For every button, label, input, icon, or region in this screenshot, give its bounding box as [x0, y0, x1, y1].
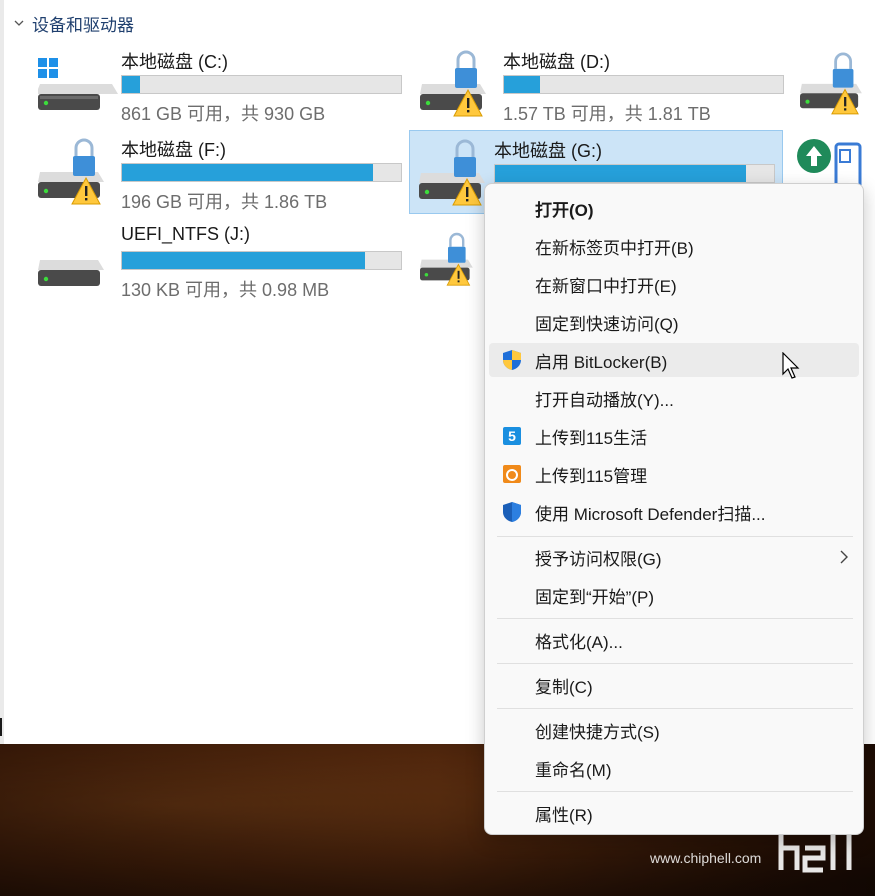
menu-separator: [497, 663, 853, 664]
context-menu: 打开(O) 在新标签页中打开(B) 在新窗口中打开(E) 固定到快速访问(Q) …: [484, 183, 864, 835]
menu-separator: [497, 708, 853, 709]
menu-item-properties[interactable]: 属性(R): [489, 796, 859, 830]
menu-item-pin-quick-access[interactable]: 固定到快速访问(Q): [489, 305, 859, 339]
menu-item-autoplay[interactable]: 打开自动播放(Y)...: [489, 381, 859, 415]
menu-item-defender-scan[interactable]: 使用 Microsoft Defender扫描...: [489, 495, 859, 529]
menu-item-copy[interactable]: 复制(C): [489, 668, 859, 702]
defender-icon: [503, 502, 521, 522]
menu-item-create-shortcut[interactable]: 创建快捷方式(S): [489, 713, 859, 747]
115-life-icon: 5: [503, 427, 521, 445]
menu-separator: [497, 618, 853, 619]
mouse-pointer-icon: [782, 352, 800, 379]
drive-name: 本地磁盘 (G:): [494, 141, 602, 161]
usage-bar-fill: [495, 165, 747, 182]
section-header-devices[interactable]: 设备和驱动器: [14, 10, 134, 36]
menu-item-label: 重命名(M): [535, 760, 612, 780]
usage-bar: [121, 251, 402, 270]
drive-item-j[interactable]: UEFI_NTFS (J:) 130 KB 可用，共 0.98 MB: [18, 216, 402, 300]
menu-item-open-new-window[interactable]: 在新窗口中打开(E): [489, 267, 859, 301]
chevron-down-icon: [14, 20, 24, 26]
menu-item-open-new-tab[interactable]: 在新标签页中打开(B): [489, 229, 859, 263]
usage-bar: [503, 75, 784, 94]
menu-item-label: 复制(C): [535, 677, 593, 697]
menu-item-label: 创建快捷方式(S): [535, 722, 660, 742]
menu-item-label: 固定到“开始”(P): [535, 587, 654, 607]
menu-item-label: 上传到115生活: [535, 428, 648, 448]
usage-bar-fill: [122, 252, 365, 269]
menu-item-label: 在新标签页中打开(B): [535, 238, 694, 258]
menu-item-rename[interactable]: 重命名(M): [489, 751, 859, 785]
shield-icon: [503, 350, 521, 370]
usage-bar: [121, 163, 402, 182]
menu-item-pin-start[interactable]: 固定到“开始”(P): [489, 578, 859, 612]
section-title: 设备和驱动器: [32, 15, 134, 35]
drive-space: 130 KB 可用，共 0.98 MB: [121, 280, 330, 300]
usage-bar: [494, 164, 775, 183]
drive-name: UEFI_NTFS (J:): [121, 224, 250, 244]
locked-drive-warning-icon: [420, 50, 486, 117]
menu-item-enable-bitlocker[interactable]: 启用 BitLocker(B): [489, 343, 859, 377]
drive-item-f[interactable]: 本地磁盘 (F:) 196 GB 可用，共 1.86 TB: [18, 128, 402, 212]
menu-item-label: 打开(O): [535, 200, 594, 220]
drive-item-d[interactable]: 本地磁盘 (D:) 1.57 TB 可用，共 1.81 TB: [400, 40, 784, 124]
menu-item-upload-115-life[interactable]: 5 上传到115生活: [489, 419, 859, 453]
nav-pane-edge: [0, 0, 4, 744]
usage-bar-fill: [122, 164, 374, 181]
menu-item-label: 在新窗口中打开(E): [535, 276, 677, 296]
text-cursor: [0, 718, 2, 736]
115-manage-icon: [503, 465, 521, 483]
drive-name: 本地磁盘 (D:): [503, 52, 610, 72]
menu-item-label: 上传到115管理: [535, 466, 648, 486]
locked-drive-warning-icon: [38, 138, 104, 205]
menu-item-grant-access[interactable]: 授予访问权限(G): [489, 540, 859, 574]
drive-name: 本地磁盘 (F:): [121, 140, 226, 160]
usage-bar-fill: [504, 76, 541, 93]
menu-item-format[interactable]: 格式化(A)...: [489, 623, 859, 657]
drive-space: 1.57 TB 可用，共 1.81 TB: [503, 104, 711, 124]
menu-item-label: 属性(R): [535, 805, 593, 825]
drive-name: 本地磁盘 (C:): [121, 52, 228, 72]
chevron-right-icon: [840, 550, 848, 564]
watermark-url: www.chiphell.com: [650, 850, 762, 866]
menu-item-upload-115-manage[interactable]: 上传到115管理: [489, 457, 859, 491]
windows-drive-icon: [38, 58, 118, 110]
menu-item-label: 授予访问权限(G): [535, 549, 662, 569]
menu-item-open[interactable]: 打开(O): [489, 191, 859, 225]
drive-space: 861 GB 可用，共 930 GB: [121, 104, 326, 124]
menu-item-label: 固定到快速访问(Q): [535, 314, 679, 334]
menu-separator: [497, 536, 853, 537]
svg-text:5: 5: [508, 428, 516, 444]
locked-drive-warning-icon[interactable]: [800, 46, 875, 118]
drive-item-c[interactable]: 本地磁盘 (C:) 861 GB 可用，共 930 GB: [18, 40, 402, 124]
usage-bar: [121, 75, 402, 94]
drive-space: 196 GB 可用，共 1.86 TB: [121, 192, 328, 212]
menu-item-label: 打开自动播放(Y)...: [535, 390, 674, 410]
menu-item-label: 启用 BitLocker(B): [535, 352, 668, 372]
locked-drive-warning-icon[interactable]: [420, 222, 484, 294]
menu-item-label: 格式化(A)...: [535, 632, 623, 652]
menu-separator: [497, 791, 853, 792]
menu-item-label: 使用 Microsoft Defender扫描...: [535, 504, 766, 524]
usage-bar-fill: [122, 76, 141, 93]
drive-icon: [38, 260, 104, 286]
